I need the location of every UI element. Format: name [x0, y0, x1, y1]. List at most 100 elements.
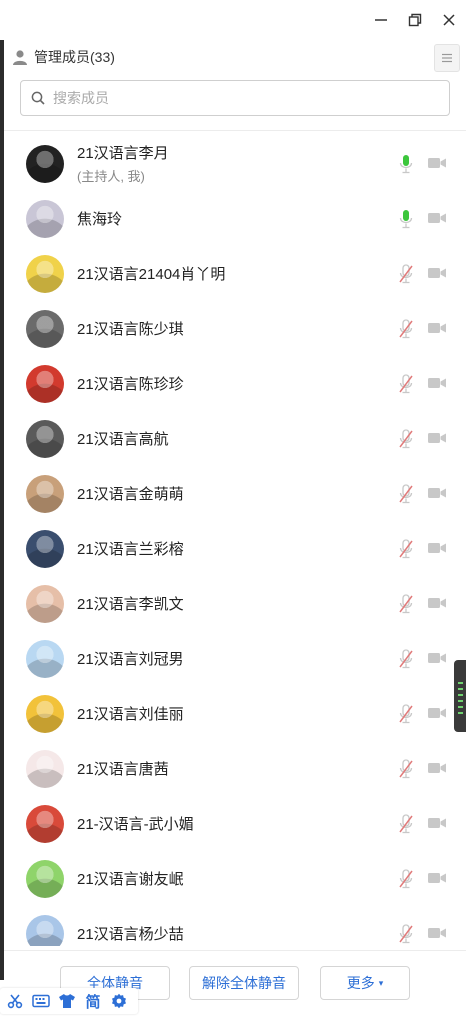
- camera-off-icon[interactable]: [427, 211, 447, 225]
- member-name-block: 21汉语言刘佳丽: [77, 686, 184, 741]
- keyboard-icon[interactable]: [28, 988, 54, 1014]
- camera-off-icon[interactable]: [427, 376, 447, 390]
- unmute-all-button[interactable]: 解除全体静音: [189, 966, 299, 1000]
- shirt-icon[interactable]: [54, 988, 80, 1014]
- camera-off-icon[interactable]: [427, 541, 447, 555]
- search-icon: [31, 91, 45, 105]
- simplified-chinese-toggle[interactable]: 简: [80, 988, 106, 1014]
- side-volume-tab[interactable]: [454, 660, 466, 732]
- camera-off-icon[interactable]: [427, 156, 447, 170]
- caret-down-icon: ▾: [378, 977, 384, 988]
- member-row[interactable]: 21汉语言陈珍珍: [4, 356, 466, 411]
- mic-on-icon[interactable]: [398, 209, 414, 229]
- gear-icon[interactable]: [106, 988, 132, 1014]
- mic-muted-icon[interactable]: [398, 869, 414, 889]
- members-title: 管理成员(33): [34, 49, 115, 65]
- mic-muted-icon[interactable]: [398, 814, 414, 834]
- member-avatar: [26, 475, 64, 513]
- member-row[interactable]: 21汉语言21404肖丫明: [4, 246, 466, 301]
- member-role: (主持人, 我): [77, 169, 145, 184]
- menu-icon[interactable]: [434, 44, 460, 72]
- mic-on-icon[interactable]: [398, 154, 414, 174]
- camera-off-icon[interactable]: [427, 486, 447, 500]
- member-name: 21汉语言兰彩榕: [77, 541, 184, 558]
- member-avatar: [26, 530, 64, 568]
- member-name-block: 21汉语言金萌萌: [77, 466, 184, 521]
- member-avatar: [26, 145, 64, 183]
- camera-off-icon[interactable]: [427, 706, 447, 720]
- member-avatar: [26, 585, 64, 623]
- camera-off-icon[interactable]: [427, 871, 447, 885]
- member-name-block: 21汉语言陈珍珍: [77, 356, 184, 411]
- mic-muted-icon[interactable]: [398, 594, 414, 614]
- member-name-block: 21汉语言谢友岷: [77, 851, 184, 906]
- member-row[interactable]: 21汉语言刘佳丽: [4, 686, 466, 741]
- mic-muted-icon[interactable]: [398, 484, 414, 504]
- member-row[interactable]: 21汉语言李月 (主持人, 我): [4, 136, 466, 191]
- members-header: 管理成员(33): [4, 40, 466, 74]
- member-avatar: [26, 805, 64, 843]
- member-name: 21汉语言唐茜: [77, 761, 169, 778]
- camera-off-icon[interactable]: [427, 596, 447, 610]
- mic-muted-icon[interactable]: [398, 319, 414, 339]
- unmute-all-label: 解除全体静音: [202, 975, 286, 991]
- member-row[interactable]: 21汉语言高航: [4, 411, 466, 466]
- more-label: 更多: [346, 975, 375, 991]
- member-name: 21汉语言金萌萌: [77, 486, 184, 503]
- member-search-box[interactable]: [20, 80, 450, 116]
- member-name: 焦海玲: [77, 211, 123, 228]
- restore-icon[interactable]: [398, 0, 432, 40]
- member-avatar: [26, 420, 64, 458]
- member-name: 21汉语言陈少琪: [77, 321, 184, 338]
- member-name: 21汉语言谢友岷: [77, 871, 184, 888]
- member-name: 21汉语言陈珍珍: [77, 376, 184, 393]
- member-avatar: [26, 860, 64, 898]
- camera-off-icon[interactable]: [427, 266, 447, 280]
- member-row[interactable]: 21汉语言唐茜: [4, 741, 466, 796]
- camera-off-icon[interactable]: [427, 761, 447, 775]
- member-name-block: 21-汉语言-武小媚: [77, 796, 194, 851]
- member-search-input[interactable]: [51, 89, 435, 107]
- member-row[interactable]: 21汉语言李凯文: [4, 576, 466, 631]
- member-avatar: [26, 640, 64, 678]
- mic-muted-icon[interactable]: [398, 924, 414, 944]
- search-divider: [4, 130, 466, 131]
- member-row[interactable]: 21汉语言金萌萌: [4, 466, 466, 521]
- mic-muted-icon[interactable]: [398, 264, 414, 284]
- mic-muted-icon[interactable]: [398, 759, 414, 779]
- member-name: 21汉语言高航: [77, 431, 169, 448]
- member-name-block: 21汉语言刘冠男: [77, 631, 184, 686]
- member-avatar: [26, 310, 64, 348]
- member-row[interactable]: 21-汉语言-武小媚: [4, 796, 466, 851]
- mic-muted-icon[interactable]: [398, 704, 414, 724]
- member-name-block: 21汉语言唐茜: [77, 741, 169, 796]
- member-row[interactable]: 21汉语言陈少琪: [4, 301, 466, 356]
- member-name: 21汉语言李月: [77, 145, 169, 162]
- mic-muted-icon[interactable]: [398, 374, 414, 394]
- camera-off-icon[interactable]: [427, 651, 447, 665]
- member-row[interactable]: 焦海玲: [4, 191, 466, 246]
- member-row[interactable]: 21汉语言兰彩榕: [4, 521, 466, 576]
- member-name: 21汉语言21404肖丫明: [77, 266, 226, 283]
- mic-muted-icon[interactable]: [398, 429, 414, 449]
- scissors-icon[interactable]: [2, 988, 28, 1014]
- member-name: 21-汉语言-武小媚: [77, 816, 194, 833]
- member-row[interactable]: 21汉语言谢友岷: [4, 851, 466, 906]
- member-avatar: [26, 365, 64, 403]
- member-name-block: 焦海玲: [77, 191, 122, 246]
- mic-muted-icon[interactable]: [398, 649, 414, 669]
- member-row[interactable]: 21汉语言杨少喆: [4, 906, 466, 946]
- close-icon[interactable]: [432, 0, 466, 40]
- camera-off-icon[interactable]: [427, 431, 447, 445]
- member-name-block: 21汉语言兰彩榕: [77, 521, 184, 576]
- member-name-block: 21汉语言陈少琪: [77, 301, 184, 356]
- footer-divider: [4, 950, 466, 951]
- member-row[interactable]: 21汉语言刘冠男: [4, 631, 466, 686]
- minimize-icon[interactable]: [364, 0, 398, 40]
- mic-muted-icon[interactable]: [398, 539, 414, 559]
- camera-off-icon[interactable]: [427, 816, 447, 830]
- member-avatar: [26, 255, 64, 293]
- camera-off-icon[interactable]: [427, 321, 447, 335]
- camera-off-icon[interactable]: [427, 926, 447, 940]
- more-button[interactable]: 更多 ▾: [320, 966, 410, 1000]
